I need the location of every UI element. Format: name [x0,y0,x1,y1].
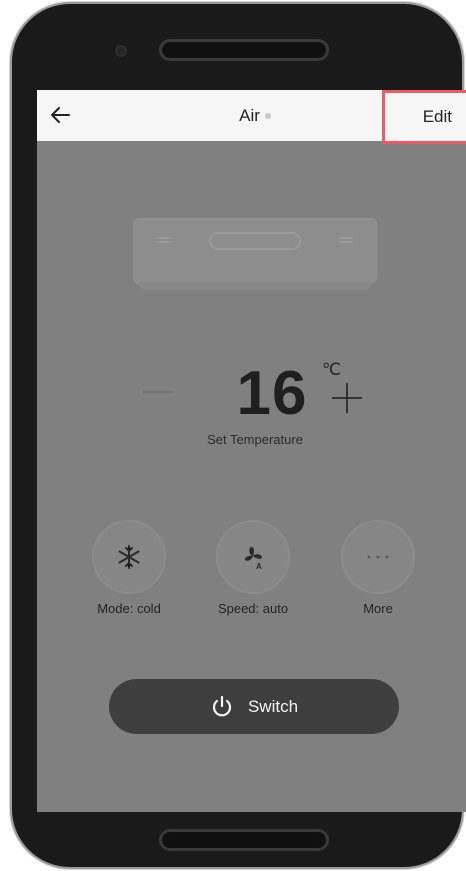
more-label: More [363,601,393,616]
left-vent [157,237,171,245]
snowflake-icon [118,545,140,569]
air-conditioner-image [133,218,377,290]
plus-icon [332,383,362,413]
minus-icon [143,391,173,393]
speed-label: Speed: auto [217,601,289,616]
power-switch-button[interactable]: Switch [109,679,399,734]
more-dots-icon [367,555,389,559]
edit-button[interactable]: Edit [382,90,466,144]
power-icon [212,695,232,716]
app-screen: Air Edit 16 ℃ Set Temperature Mode: cold… [37,90,466,812]
page-title: Air [239,105,260,125]
temperature-unit: ℃ [322,360,342,379]
earpiece-speaker [159,39,329,61]
more-button[interactable] [341,520,415,594]
decrease-temperature-button[interactable] [142,376,174,408]
mode-button[interactable] [92,520,166,594]
fan-auto-icon: A [244,546,262,571]
svg-text:A: A [256,562,262,571]
top-navigation-bar: Air Edit [37,90,466,144]
temperature-value: 16 [236,359,308,428]
speed-button[interactable]: A [216,520,290,594]
ac-bottom-edge [139,282,371,290]
set-temperature-label: Set Temperature [207,432,303,447]
switch-label: Switch [247,696,299,716]
increase-temperature-button[interactable] [331,382,363,414]
back-arrow-icon [51,107,70,123]
phone-frame: Air Edit 16 ℃ Set Temperature Mode: cold… [12,4,466,867]
mode-label: Mode: cold [97,601,161,616]
bottom-speaker [159,829,329,851]
ac-display-panel [209,232,301,250]
online-status-dot [264,112,271,119]
back-button[interactable] [45,100,77,130]
right-vent [339,237,353,245]
front-camera [115,45,127,57]
